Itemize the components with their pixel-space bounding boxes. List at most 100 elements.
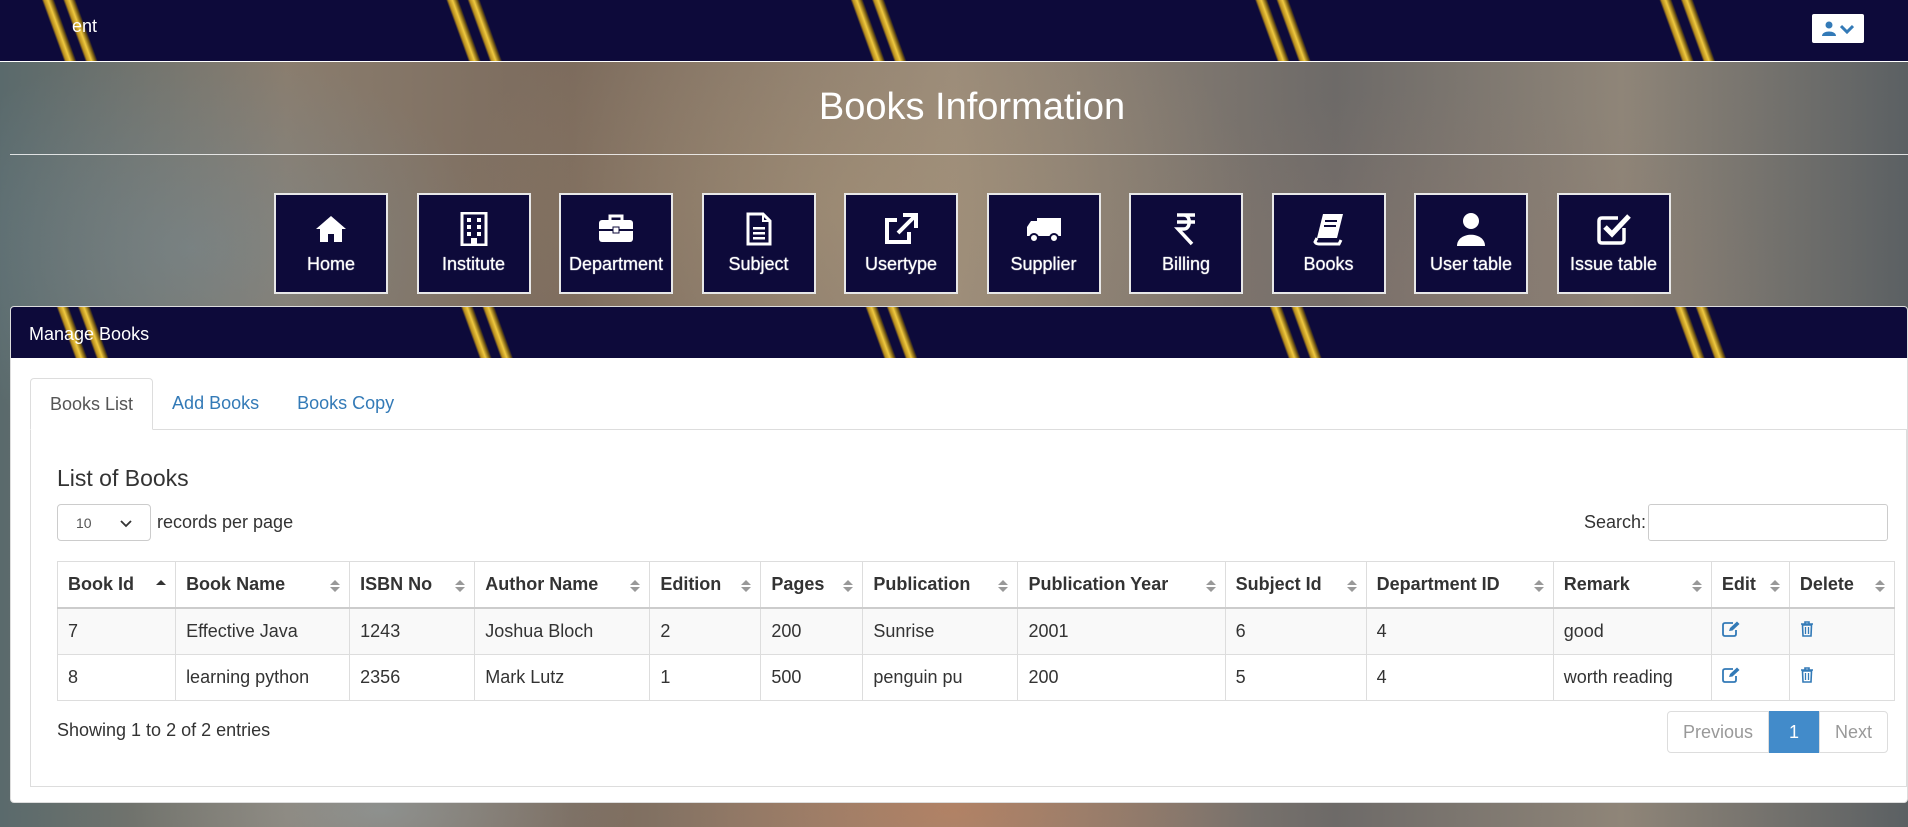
cell-edition: 1 — [649, 653, 762, 701]
nav-department-label: Department — [568, 254, 664, 274]
edit-icon[interactable] — [1721, 621, 1740, 642]
table-header-row: Book Id Book Name ISBN No Author Name Ed… — [56, 561, 1896, 609]
nav-subject-button[interactable]: Subject — [701, 193, 816, 294]
col-author-name[interactable]: Author Name — [474, 561, 651, 609]
cell-book-id: 7 — [56, 607, 177, 655]
cell-isbn-no: 1243 — [349, 607, 476, 655]
col-remark[interactable]: Remark — [1552, 561, 1712, 609]
nav-home-button[interactable]: Home — [274, 193, 388, 294]
truck-icon — [1025, 212, 1063, 246]
chevron-down-icon — [120, 515, 132, 531]
search-input[interactable] — [1648, 504, 1888, 541]
nav-user-table-label: User table — [1429, 254, 1513, 274]
briefcase-icon — [598, 212, 634, 246]
cell-subject-id: 6 — [1224, 607, 1367, 655]
nav-billing-button[interactable]: Billing — [1129, 193, 1243, 294]
nav-issue-table-label: Issue table — [1569, 254, 1658, 274]
col-edition[interactable]: Edition — [649, 561, 762, 609]
sort-icon — [1205, 577, 1217, 598]
records-per-page-control: 10 records per page — [57, 504, 293, 541]
nav-books-button[interactable]: Books — [1271, 193, 1386, 294]
nav-books-label: Books — [1303, 254, 1354, 274]
col-department-id[interactable]: Department ID — [1365, 561, 1554, 609]
next-page-button[interactable]: Next — [1818, 711, 1888, 753]
cell-edit — [1710, 607, 1790, 655]
tab-books-list[interactable]: Books List — [30, 378, 154, 430]
sort-icon — [740, 577, 752, 598]
user-menu-button[interactable] — [1812, 14, 1864, 43]
sort-icon — [1533, 577, 1545, 598]
sort-icon — [842, 577, 854, 598]
col-delete[interactable]: Delete — [1788, 561, 1896, 609]
sort-icon — [1874, 577, 1886, 598]
cell-publication-year: 200 — [1017, 653, 1226, 701]
page-1-button[interactable]: 1 — [1768, 711, 1819, 753]
title-divider — [10, 154, 1908, 155]
nav-department-button[interactable]: Department — [559, 193, 673, 294]
col-book-id[interactable]: Book Id — [56, 561, 177, 609]
trash-icon[interactable] — [1800, 666, 1814, 688]
cell-author-name: Joshua Bloch — [474, 607, 651, 655]
cell-edition: 2 — [649, 607, 762, 655]
user-icon — [1822, 21, 1836, 36]
file-text-icon — [746, 212, 772, 246]
sort-icon — [629, 577, 641, 598]
trash-icon[interactable] — [1800, 620, 1814, 642]
sort-icon — [1691, 577, 1703, 598]
sort-asc-icon — [155, 577, 167, 598]
cell-edit — [1710, 653, 1790, 701]
col-publication[interactable]: Publication — [862, 561, 1019, 609]
cell-department-id: 4 — [1365, 653, 1554, 701]
nav-home-label: Home — [306, 254, 355, 274]
nav-institute-button[interactable]: Institute — [416, 193, 531, 294]
col-isbn-no[interactable]: ISBN No — [349, 561, 476, 609]
cell-pages: 500 — [760, 653, 864, 701]
cell-book-id: 8 — [56, 653, 177, 701]
col-publication-year[interactable]: Publication Year — [1017, 561, 1226, 609]
nav-user-table-button[interactable]: User table — [1414, 193, 1528, 294]
nav-institute-label: Institute — [441, 254, 506, 274]
rupee-icon — [1174, 212, 1198, 246]
nav-subject-label: Subject — [728, 254, 789, 274]
edit-icon[interactable] — [1721, 667, 1740, 688]
cell-subject-id: 5 — [1224, 653, 1367, 701]
sort-icon — [329, 577, 341, 598]
search-control: Search: — [1584, 504, 1888, 541]
tab-add-books[interactable]: Add Books — [153, 378, 278, 430]
cell-book-name: Effective Java — [175, 607, 351, 655]
home-icon — [314, 212, 348, 246]
nav-usertype-label: Usertype — [864, 254, 938, 274]
cell-department-id: 4 — [1365, 607, 1554, 655]
table-row: 8 learning python 2356 Mark Lutz 1 500 p… — [56, 653, 1896, 701]
records-per-page-select[interactable]: 10 — [57, 504, 151, 541]
external-link-icon — [883, 212, 919, 246]
col-subject-id[interactable]: Subject Id — [1224, 561, 1367, 609]
pagination: Previous 1 Next — [1666, 711, 1888, 753]
sort-icon — [997, 577, 1009, 598]
table-row: 7 Effective Java 1243 Joshua Bloch 2 200… — [56, 607, 1896, 655]
panel-heading-text: Manage Books — [29, 324, 150, 344]
sort-icon — [1346, 577, 1358, 598]
cell-author-name: Mark Lutz — [474, 653, 651, 701]
books-list-content: List of Books 10 records per page Search… — [30, 430, 1907, 787]
nav-usertype-button[interactable]: Usertype — [844, 193, 958, 294]
books-tabs: Books List Add Books Books Copy — [30, 378, 1907, 430]
top-navbar: ent — [0, 0, 1908, 62]
nav-supplier-button[interactable]: Supplier — [986, 193, 1101, 294]
cell-remark: worth reading — [1552, 653, 1712, 701]
cell-delete — [1788, 607, 1896, 655]
nav-billing-label: Billing — [1161, 254, 1211, 274]
records-per-page-label: records per page — [157, 512, 294, 532]
col-edit[interactable]: Edit — [1710, 561, 1790, 609]
panel-heading: Manage Books — [11, 307, 1907, 358]
list-title: List of Books — [57, 465, 189, 491]
brand-title[interactable]: ent — [72, 16, 97, 37]
tab-books-copy[interactable]: Books Copy — [278, 378, 413, 430]
sort-icon — [1769, 577, 1781, 598]
col-book-name[interactable]: Book Name — [175, 561, 351, 609]
nav-issue-table-button[interactable]: Issue table — [1556, 193, 1671, 294]
books-table: Book Id Book Name ISBN No Author Name Ed… — [56, 561, 1896, 701]
col-pages[interactable]: Pages — [760, 561, 864, 609]
chevron-down-icon — [1840, 24, 1854, 34]
previous-page-button[interactable]: Previous — [1666, 711, 1769, 753]
